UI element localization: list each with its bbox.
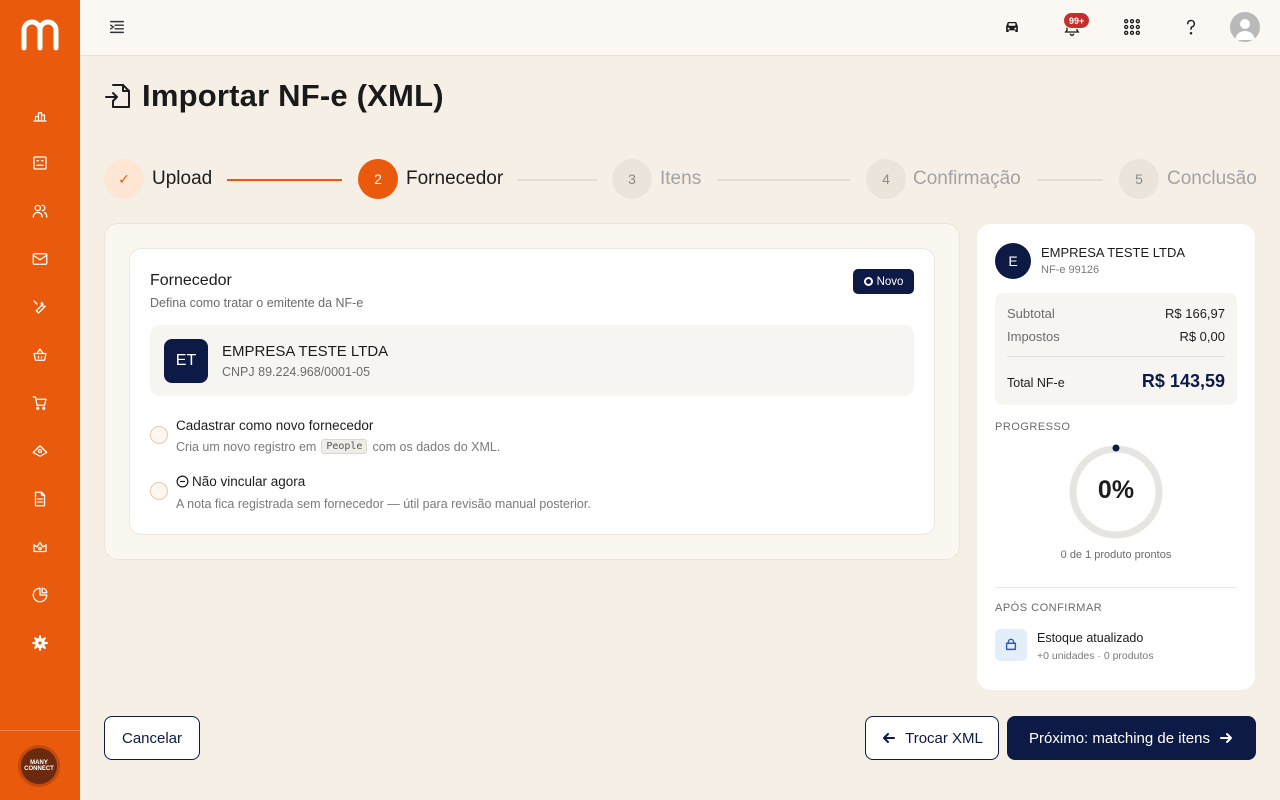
wrench-icon[interactable] bbox=[28, 295, 52, 319]
board-icon[interactable] bbox=[28, 151, 52, 175]
check-icon: ✓ bbox=[118, 170, 130, 187]
help-icon[interactable] bbox=[1179, 15, 1203, 39]
supplier-name: EMPRESA TESTE LTDA bbox=[222, 343, 389, 360]
pie-chart-icon[interactable] bbox=[28, 583, 52, 607]
stock-subtitle: +0 unidades · 0 produtos bbox=[1037, 650, 1154, 662]
subtotal-label: Subtotal bbox=[1007, 306, 1055, 321]
summary-divider bbox=[995, 587, 1237, 588]
step-fornecedor-circle[interactable]: 2 bbox=[358, 159, 398, 199]
progress-value: 0% bbox=[1097, 476, 1135, 504]
step-connector bbox=[717, 179, 850, 181]
dot-icon bbox=[863, 277, 873, 286]
subtotal-value: R$ 166,97 bbox=[1165, 306, 1225, 321]
brand-avatar[interactable]: MANY CONNECT bbox=[18, 745, 60, 787]
step-number: 4 bbox=[882, 171, 890, 187]
option-desc-text: Cria um novo registro em bbox=[176, 439, 317, 454]
step-confirmacao-circle[interactable]: 4 bbox=[866, 159, 906, 199]
section-title: Fornecedor bbox=[150, 272, 232, 289]
page-header: Importar NF-e (XML) bbox=[104, 78, 444, 114]
step-confirmacao-label[interactable]: Confirmação bbox=[913, 168, 1021, 190]
progress-label: PROGRESSO bbox=[995, 421, 1071, 433]
cancel-button-label: Cancelar bbox=[121, 729, 183, 747]
radio-new-supplier[interactable] bbox=[150, 426, 168, 444]
cart-icon[interactable] bbox=[28, 391, 52, 415]
stock-title: Estoque atualizado bbox=[1037, 631, 1144, 645]
sidebar: MANY CONNECT bbox=[0, 0, 80, 800]
summary-avatar: E bbox=[995, 243, 1031, 279]
step-number: 3 bbox=[628, 171, 636, 187]
novo-badge-label: Novo bbox=[876, 275, 904, 288]
topbar: 99+ bbox=[80, 0, 1280, 56]
progress-subtext: 0 de 1 produto prontos bbox=[1060, 549, 1172, 561]
supplier-cnpj: CNPJ 89.224.968/0001-05 bbox=[222, 365, 371, 379]
step-connector bbox=[227, 179, 342, 181]
summary-nfe-number: NF-e 99126 bbox=[1041, 264, 1100, 276]
minus-circle-icon bbox=[176, 475, 189, 488]
totals-divider bbox=[1007, 356, 1225, 357]
step-itens-label[interactable]: Itens bbox=[660, 168, 701, 190]
option-skip-link-desc: A nota fica registrada sem fornecedor — … bbox=[176, 497, 591, 511]
step-number: 2 bbox=[374, 171, 382, 187]
step-fornecedor-label[interactable]: Fornecedor bbox=[406, 168, 503, 190]
step-upload-label[interactable]: Upload bbox=[152, 168, 212, 190]
mail-icon[interactable] bbox=[28, 247, 52, 271]
file-import-icon bbox=[105, 84, 130, 108]
cancel-button[interactable]: Cancelar bbox=[104, 716, 200, 760]
supplier-box bbox=[150, 325, 914, 396]
section-subtitle: Defina como tratar o emitente da NF-e bbox=[150, 296, 364, 310]
option-skip-link-label: Não vincular agora bbox=[192, 474, 306, 489]
next-button-label: Próximo: matching de itens bbox=[1029, 729, 1210, 747]
apps-grid-icon[interactable] bbox=[1120, 15, 1144, 39]
step-conclusao-label[interactable]: Conclusão bbox=[1167, 168, 1257, 190]
crown-icon[interactable] bbox=[28, 535, 52, 559]
total-nfe-label: Total NF-e bbox=[1007, 376, 1065, 390]
step-itens-circle[interactable]: 3 bbox=[612, 159, 652, 199]
m-logo-icon[interactable] bbox=[20, 16, 60, 52]
step-number: 5 bbox=[1135, 171, 1143, 187]
after-confirm-label: APÓS CONFIRMAR bbox=[995, 602, 1103, 614]
swap-xml-label: Trocar XML bbox=[905, 729, 983, 747]
users-icon[interactable] bbox=[28, 199, 52, 223]
menu-toggle-icon[interactable] bbox=[108, 18, 128, 38]
people-code-chip: People bbox=[321, 439, 368, 454]
page-title: Importar NF-e (XML) bbox=[142, 78, 444, 113]
brand-text: MANY CONNECT bbox=[24, 760, 54, 772]
option-new-supplier-title[interactable]: Cadastrar como novo fornecedor bbox=[176, 418, 373, 433]
notification-badge: 99+ bbox=[1063, 12, 1091, 29]
summary-company-name: EMPRESA TESTE LTDA bbox=[1041, 245, 1186, 260]
taxes-value: R$ 0,00 bbox=[1179, 329, 1225, 344]
option-new-supplier-desc: Cria um novo registro em People com os d… bbox=[176, 439, 500, 454]
gear-icon[interactable] bbox=[28, 631, 52, 655]
car-icon[interactable] bbox=[1000, 15, 1024, 39]
sidebar-divider bbox=[0, 730, 80, 731]
next-button[interactable]: Próximo: matching de itens bbox=[1007, 716, 1256, 760]
step-connector bbox=[1037, 179, 1103, 181]
option-desc-text: com os dados do XML. bbox=[372, 439, 501, 454]
chart-bar-icon[interactable] bbox=[28, 103, 52, 127]
radio-skip-link[interactable] bbox=[150, 482, 168, 500]
novo-badge: Novo bbox=[853, 269, 914, 294]
step-upload-circle[interactable]: ✓ bbox=[104, 159, 144, 199]
progress-dot bbox=[1112, 444, 1120, 452]
taxes-label: Impostos bbox=[1007, 329, 1060, 344]
swap-xml-button[interactable]: Trocar XML bbox=[865, 716, 999, 760]
option-skip-link-title[interactable]: Não vincular agora bbox=[176, 474, 305, 489]
arrow-left-icon bbox=[883, 733, 896, 743]
money-icon[interactable] bbox=[28, 439, 52, 463]
step-conclusao-circle[interactable]: 5 bbox=[1119, 159, 1159, 199]
supplier-initials: ET bbox=[164, 339, 208, 383]
total-nfe-value: R$ 143,59 bbox=[1141, 371, 1225, 391]
step-connector bbox=[517, 179, 597, 181]
document-icon[interactable] bbox=[28, 487, 52, 511]
stock-icon bbox=[995, 629, 1027, 661]
basket-icon[interactable] bbox=[28, 343, 52, 367]
user-avatar-icon[interactable] bbox=[1230, 12, 1260, 42]
arrow-right-icon bbox=[1219, 733, 1232, 743]
